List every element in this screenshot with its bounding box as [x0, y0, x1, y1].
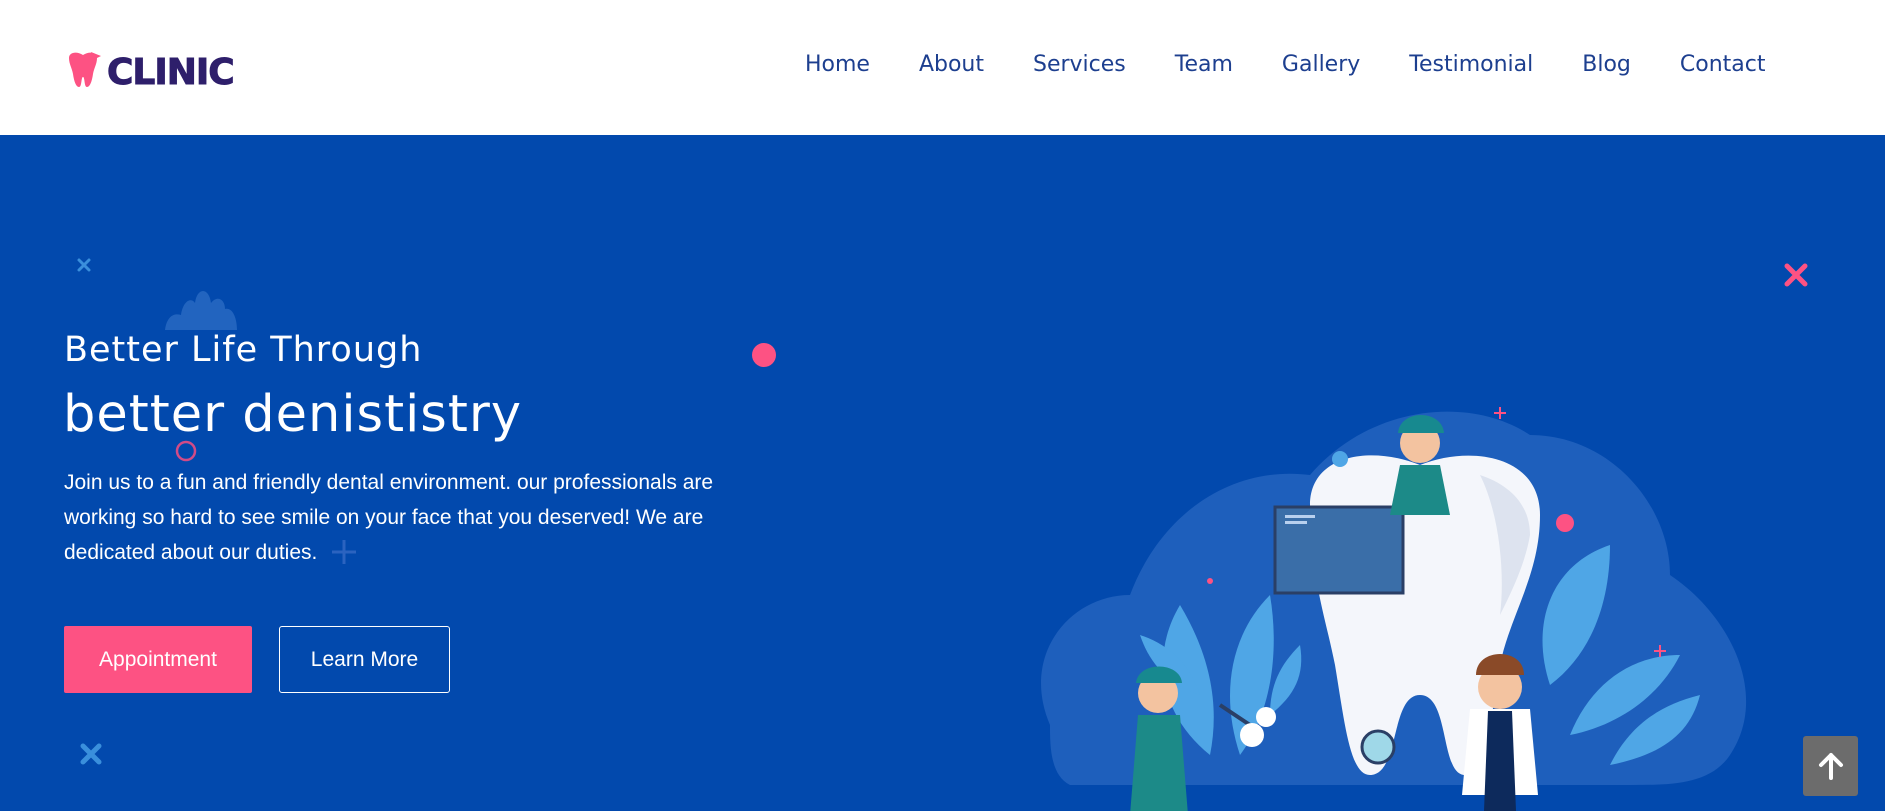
- nav-services[interactable]: Services: [1008, 52, 1150, 77]
- nav-team[interactable]: Team: [1150, 52, 1257, 77]
- logo[interactable]: CLINIC: [63, 48, 236, 96]
- cross-deco-icon: [1784, 263, 1808, 287]
- nav-home[interactable]: Home: [780, 52, 894, 77]
- hero-subtitle: Better Life Through: [64, 330, 423, 370]
- cloud-deco-icon: [165, 291, 237, 330]
- tooth-icon: [63, 50, 103, 95]
- nav-gallery[interactable]: Gallery: [1257, 52, 1384, 77]
- learn-more-button[interactable]: Learn More: [279, 626, 450, 693]
- nav-testimonial[interactable]: Testimonial: [1385, 52, 1558, 77]
- logo-text: CLINIC: [107, 51, 236, 93]
- nav-blog[interactable]: Blog: [1558, 52, 1656, 77]
- dot-deco-icon: [752, 343, 776, 367]
- nav-about[interactable]: About: [894, 52, 1008, 77]
- scroll-top-button[interactable]: [1803, 736, 1858, 796]
- hero-description: Join us to a fun and friendly dental env…: [64, 471, 714, 564]
- cross-deco-icon: [77, 258, 91, 272]
- arrow-up-icon: [1818, 753, 1843, 780]
- site-header: CLINIC Home About Services Team Gallery …: [0, 0, 1885, 135]
- main-nav: Home About Services Team Gallery Testimo…: [780, 52, 1790, 77]
- appointment-button[interactable]: Appointment: [64, 626, 252, 693]
- dental-team-illustration: [1041, 407, 1747, 811]
- hero-section: Better Life Through better denististry J…: [0, 135, 1885, 811]
- cross-deco-icon: [80, 743, 102, 765]
- hero-title: better denististry: [63, 385, 522, 444]
- nav-contact[interactable]: Contact: [1655, 52, 1790, 77]
